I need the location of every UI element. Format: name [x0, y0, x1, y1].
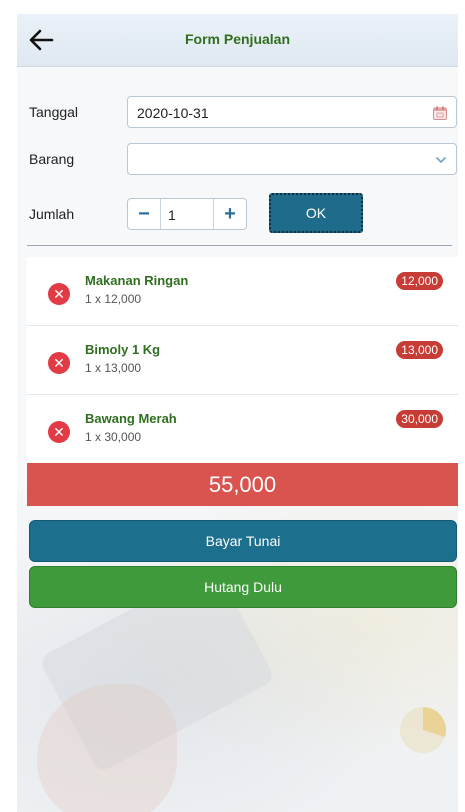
calendar-icon[interactable] — [432, 105, 448, 121]
app-frame: Form Penjualan Tanggal 2020-10-31 Barang… — [17, 14, 458, 812]
item-name: Makanan Ringan — [85, 273, 189, 288]
pay-cash-button[interactable]: Bayar Tunai — [29, 520, 457, 562]
header-bar: Form Penjualan — [17, 14, 458, 67]
close-icon: ✕ — [53, 286, 65, 302]
list-item: ✕ Bawang Merah 1 x 30,000 30,000 — [27, 395, 458, 464]
item-name: Bawang Merah — [85, 411, 177, 426]
list-item: ✕ Makanan Ringan 1 x 12,000 12,000 — [27, 257, 458, 326]
page-title: Form Penjualan — [184, 31, 291, 47]
remove-item-button[interactable]: ✕ — [48, 352, 70, 374]
price-badge: 30,000 — [396, 410, 443, 428]
quantity-value[interactable]: 1 — [168, 207, 176, 223]
quantity-stepper: − 1 + — [127, 198, 247, 230]
item-detail: 1 x 13,000 — [85, 361, 142, 375]
chevron-down-icon — [436, 157, 446, 163]
close-icon: ✕ — [53, 424, 65, 440]
jumlah-label: Jumlah — [29, 206, 75, 222]
item-name: Bimoly 1 Kg — [85, 342, 161, 357]
price-badge: 12,000 — [396, 272, 443, 290]
tanggal-input[interactable]: 2020-10-31 — [127, 96, 457, 128]
item-detail: 1 x 12,000 — [85, 292, 142, 306]
hand-decoration — [37, 684, 177, 812]
ok-button[interactable]: OK — [269, 193, 363, 233]
item-detail: 1 x 30,000 — [85, 430, 142, 444]
tanggal-value: 2020-10-31 — [137, 105, 209, 121]
tanggal-label: Tanggal — [29, 104, 79, 120]
remove-item-button[interactable]: ✕ — [48, 421, 70, 443]
divider — [27, 245, 452, 246]
list-item: ✕ Bimoly 1 Kg 1 x 13,000 13,000 — [27, 326, 458, 395]
total-amount: 55,000 — [27, 463, 458, 506]
pie-chart-decoration — [400, 707, 446, 753]
decrement-button[interactable]: − — [128, 199, 161, 229]
close-icon: ✕ — [53, 355, 65, 371]
barang-select[interactable] — [127, 143, 457, 175]
cart-list: ✕ Makanan Ringan 1 x 12,000 12,000 ✕ Bim… — [27, 257, 458, 464]
remove-item-button[interactable]: ✕ — [48, 283, 70, 305]
pay-debt-button[interactable]: Hutang Dulu — [29, 566, 457, 608]
price-badge: 13,000 — [396, 341, 443, 359]
increment-button[interactable]: + — [213, 199, 246, 229]
barang-label: Barang — [29, 151, 75, 167]
